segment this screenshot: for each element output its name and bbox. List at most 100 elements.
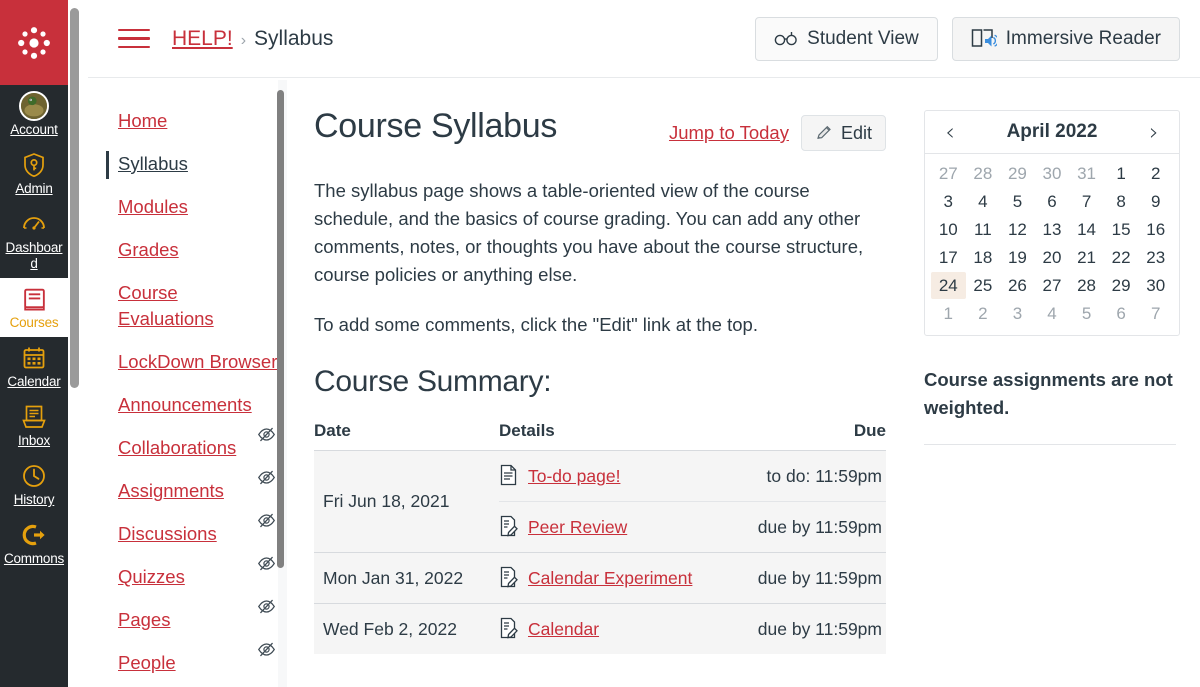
- calendar-day[interactable]: 24: [931, 272, 966, 299]
- course-nav-item-course-evaluations[interactable]: Course Evaluations: [118, 280, 278, 332]
- calendar-day[interactable]: 28: [1069, 272, 1104, 299]
- calendar-day[interactable]: 27: [931, 160, 966, 187]
- chevron-right-icon[interactable]: ›: [1143, 120, 1165, 144]
- calendar-day[interactable]: 1: [931, 300, 966, 327]
- global-nav-item-inbox[interactable]: Inbox: [0, 396, 68, 455]
- assignment-link[interactable]: Calendar: [528, 617, 599, 641]
- calendar-header: ‹ April 2022 ›: [925, 111, 1179, 154]
- calendar-day[interactable]: 6: [1104, 300, 1139, 327]
- calendar-day[interactable]: 29: [1104, 272, 1139, 299]
- calendar-day[interactable]: 2: [966, 300, 1001, 327]
- calendar-day[interactable]: 30: [1035, 160, 1070, 187]
- calendar-day[interactable]: 27: [1035, 272, 1070, 299]
- course-summary-title: Course Summary:: [314, 365, 552, 398]
- book-icon: [23, 288, 45, 311]
- calendar-day[interactable]: 4: [1035, 300, 1070, 327]
- course-nav-item-quizzes[interactable]: Quizzes: [118, 556, 278, 590]
- calendar-day[interactable]: 29: [1000, 160, 1035, 187]
- calendar-day[interactable]: 16: [1138, 216, 1173, 243]
- course-nav-item-lockdown-browser[interactable]: LockDown Browser: [118, 349, 278, 375]
- calendar-day[interactable]: 6: [1035, 188, 1070, 215]
- course-nav-item-grades[interactable]: Grades: [118, 237, 278, 263]
- calendar-day[interactable]: 22: [1104, 244, 1139, 271]
- calendar-day[interactable]: 21: [1069, 244, 1104, 271]
- calendar-day[interactable]: 20: [1035, 244, 1070, 271]
- calendar-day[interactable]: 28: [966, 160, 1001, 187]
- course-nav-item-pages[interactable]: Pages: [118, 599, 278, 633]
- calendar-day[interactable]: 12: [1000, 216, 1035, 243]
- calendar-day[interactable]: 11: [966, 216, 1001, 243]
- assignment-link[interactable]: To-do page!: [528, 464, 620, 488]
- global-nav-item-calendar[interactable]: Calendar: [0, 337, 68, 396]
- calendar-day[interactable]: 26: [1000, 272, 1035, 299]
- calendar-day[interactable]: 10: [931, 216, 966, 243]
- student-view-button[interactable]: Student View: [755, 16, 938, 61]
- course-nav-item-modules[interactable]: Modules: [118, 194, 278, 220]
- assignment-link[interactable]: Calendar Experiment: [528, 566, 692, 590]
- global-nav-label: Calendar: [7, 374, 61, 389]
- calendar-day[interactable]: 5: [1000, 188, 1035, 215]
- calendar-day[interactable]: 2: [1138, 160, 1173, 187]
- jump-to-today-link[interactable]: Jump to Today: [669, 122, 789, 144]
- calendar-day[interactable]: 3: [1000, 300, 1035, 327]
- assignment-icon: [500, 566, 518, 588]
- global-nav-item-history[interactable]: History: [0, 455, 68, 514]
- course-nav-item-home[interactable]: Home: [118, 108, 278, 134]
- calendar-icon: [21, 344, 47, 372]
- global-nav-item-admin[interactable]: Admin: [0, 144, 68, 203]
- course-nav-item-collaborations[interactable]: Collaborations: [118, 427, 278, 461]
- chevron-left-icon[interactable]: ‹: [939, 120, 961, 144]
- calendar-day[interactable]: 1: [1104, 160, 1139, 187]
- course-nav-item-people[interactable]: People: [118, 642, 278, 676]
- table-cell-due: to do: 11:59pm: [744, 450, 886, 502]
- hamburger-icon[interactable]: [118, 26, 150, 52]
- mini-calendar: ‹ April 2022 › 27 28 29 30 31 1 2 3 4 5 6 7 8 9 10 11 12…: [924, 110, 1180, 336]
- global-nav-item-commons[interactable]: Commons: [0, 514, 68, 573]
- calendar-day[interactable]: 5: [1069, 300, 1104, 327]
- course-nav-scrollbar[interactable]: [277, 90, 284, 568]
- book-speaker-icon: [971, 28, 997, 47]
- assignment-link[interactable]: Peer Review: [528, 515, 627, 539]
- calendar-day[interactable]: 23: [1138, 244, 1173, 271]
- table-body: Fri Jun 18, 2021 To-do page! to do: 11:59p…: [314, 450, 886, 654]
- course-nav-label: Modules: [118, 196, 188, 217]
- calendar-day[interactable]: 13: [1035, 216, 1070, 243]
- global-nav-item-courses[interactable]: Courses: [0, 278, 68, 337]
- calendar-day[interactable]: 7: [1069, 188, 1104, 215]
- global-nav-scrollbar[interactable]: [70, 8, 79, 388]
- table-header-row: Date Details Due: [314, 421, 886, 451]
- course-nav-item-announcements[interactable]: Announcements: [118, 392, 278, 418]
- calendar-day[interactable]: 15: [1104, 216, 1139, 243]
- global-nav-item-dashboard[interactable]: Dashboard: [0, 203, 68, 278]
- canvas-logo[interactable]: [0, 0, 68, 85]
- calendar-day[interactable]: 30: [1138, 272, 1173, 299]
- global-nav-label: History: [13, 492, 55, 507]
- calendar-day[interactable]: 8: [1104, 188, 1139, 215]
- column-header-date: Date: [314, 421, 499, 451]
- calendar-day[interactable]: 7: [1138, 300, 1173, 327]
- course-nav-label: LockDown Browser: [118, 351, 278, 372]
- calendar-day[interactable]: 18: [966, 244, 1001, 271]
- title-row: Course Syllabus Jump to Today Edit: [314, 106, 886, 151]
- immersive-reader-button[interactable]: Immersive Reader: [951, 16, 1180, 61]
- arrow-exit-icon: [22, 524, 45, 546]
- global-nav-label: Account: [10, 122, 58, 137]
- calendar-day[interactable]: 9: [1138, 188, 1173, 215]
- calendar-day[interactable]: 25: [966, 272, 1001, 299]
- global-nav-item-account[interactable]: Account: [0, 85, 68, 144]
- calendar-day[interactable]: 14: [1069, 216, 1104, 243]
- calendar-day[interactable]: 3: [931, 188, 966, 215]
- course-nav-item-discussions[interactable]: Discussions: [118, 513, 278, 547]
- breadcrumb-course-link[interactable]: HELP!: [172, 27, 233, 51]
- course-navigation: Home Syllabus Modules Grades Course Evaluati…: [88, 78, 278, 687]
- course-nav-item-assignments[interactable]: Assignments: [118, 470, 278, 504]
- calendar-day[interactable]: 17: [931, 244, 966, 271]
- calendar-day[interactable]: 19: [1000, 244, 1035, 271]
- edit-button[interactable]: Edit: [800, 115, 886, 151]
- calendar-day[interactable]: 31: [1069, 160, 1104, 187]
- hidden-eye-icon: [258, 470, 275, 485]
- calendar-day[interactable]: 4: [966, 188, 1001, 215]
- hidden-eye-icon: [258, 513, 275, 528]
- course-nav-item-syllabus[interactable]: Syllabus: [106, 151, 278, 179]
- book-icon: [21, 285, 48, 313]
